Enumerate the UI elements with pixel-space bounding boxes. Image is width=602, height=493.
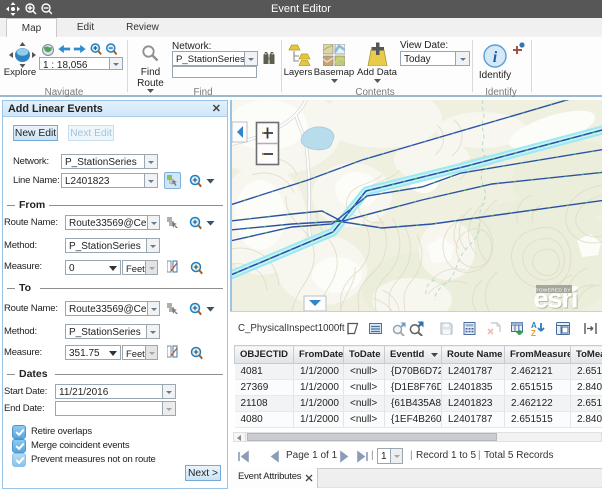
svg-text:esri: esri bbox=[534, 284, 578, 312]
svg-text:Z: Z bbox=[531, 329, 536, 336]
svg-text:i: i bbox=[493, 49, 498, 66]
